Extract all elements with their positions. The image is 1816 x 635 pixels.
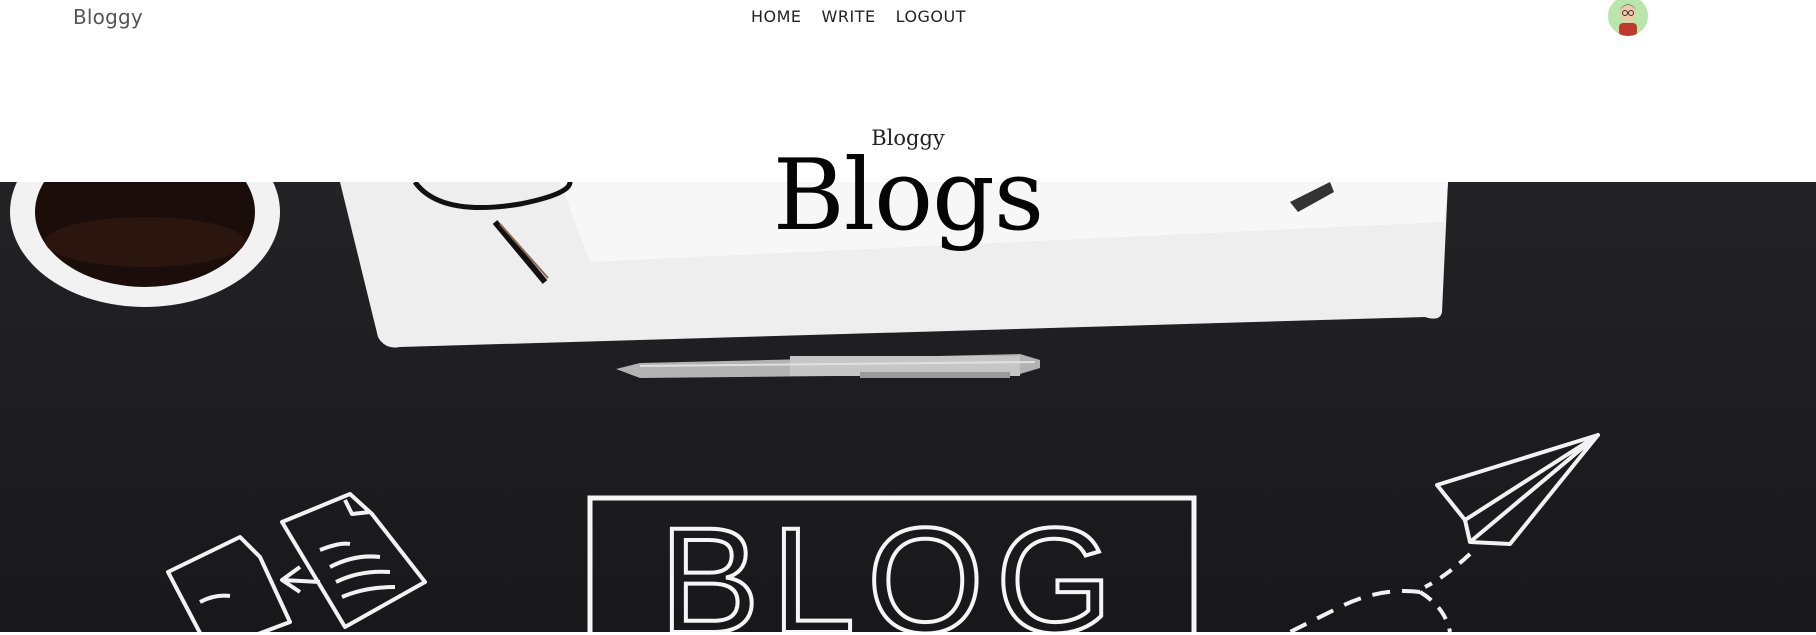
user-avatar-icon [1608, 0, 1648, 36]
page-title: Blogs [772, 139, 1044, 253]
nav-logout-link[interactable]: LOGOUT [896, 7, 966, 26]
blog-sign: BLOG [587, 494, 1197, 632]
brand-logo[interactable]: Bloggy [73, 5, 143, 29]
nav-write-link[interactable]: WRITE [822, 7, 876, 26]
main-nav: HOME WRITE LOGOUT [751, 7, 966, 26]
blog-sign-text: BLOG [660, 496, 1125, 632]
user-avatar[interactable] [1608, 0, 1648, 36]
nav-home-link[interactable]: HOME [751, 7, 802, 26]
top-navbar: Bloggy HOME WRITE LOGOUT [0, 0, 1816, 36]
